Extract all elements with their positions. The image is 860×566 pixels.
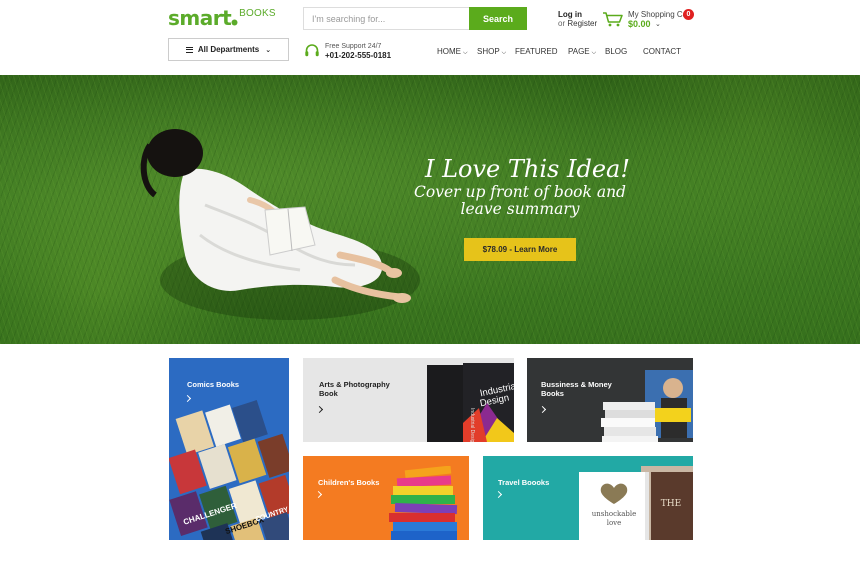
logo-dot-icon: [231, 19, 238, 26]
main-navigation: HOME ⌵ SHOP ⌵ FEATURED PAGE ⌵ BLOG CONTACT: [0, 47, 860, 59]
category-label: Children's Books: [318, 478, 380, 487]
nav-item-shop[interactable]: SHOP ⌵: [477, 47, 506, 57]
girl-reading-image: [140, 129, 420, 320]
nav-label: HOME: [437, 47, 461, 56]
nav-item-featured[interactable]: FEATURED: [515, 47, 558, 56]
or-text: or: [558, 19, 566, 28]
business-books-stack-image: [601, 370, 693, 442]
category-tile-comics[interactable]: Comics Books CHALLENGER SHOEBOX COUNTRY: [169, 358, 289, 540]
cart-count-badge: 0: [683, 9, 694, 20]
book-spine-title: Industrial Design: [469, 408, 475, 442]
category-tile-travel[interactable]: Travel Boooks unshockable love THE: [483, 456, 693, 540]
nav-item-contact[interactable]: CONTACT: [643, 47, 681, 56]
chevron-right-icon: [315, 405, 324, 414]
category-tile-business-money[interactable]: Bussiness & Money Books: [527, 358, 693, 442]
nav-label: CONTACT: [643, 47, 682, 56]
search-button[interactable]: Search: [469, 7, 527, 30]
logo-subtitle: BOOKS: [239, 8, 276, 19]
travel-books-image: unshockable love THE: [579, 466, 693, 540]
category-tile-arts-photography[interactable]: Arts & Photography Book Industrial Desig…: [303, 358, 514, 442]
comic-covers-image: CHALLENGER SHOEBOX COUNTRY: [169, 400, 289, 540]
chevron-right-icon: [538, 405, 547, 414]
book-title: love: [607, 519, 622, 527]
chevron-down-icon: ⌄: [655, 21, 661, 28]
cart-icon: [603, 12, 623, 27]
nav-label: SHOP: [477, 47, 500, 56]
nav-label: BLOG: [605, 47, 628, 56]
hero-title: I Love This Idea!: [425, 155, 630, 183]
category-label: Arts & Photography Book: [319, 380, 390, 398]
logo-wordmark: smart: [168, 6, 232, 30]
nav-item-home[interactable]: HOME ⌵: [437, 47, 468, 57]
chevron-down-icon: ⌵: [591, 50, 597, 56]
chevron-down-icon: ⌵: [463, 50, 468, 56]
search-bar: Search: [303, 7, 527, 30]
register-link[interactable]: Register: [567, 19, 597, 28]
nav-label: FEATURED: [515, 47, 558, 56]
login-link[interactable]: Log in: [558, 10, 597, 19]
search-input[interactable]: [303, 7, 469, 30]
cart-total: $0.00: [628, 19, 651, 29]
childrens-books-stack-image: [389, 466, 458, 540]
category-tile-childrens[interactable]: Children's Books: [303, 456, 469, 540]
site-logo[interactable]: smart BOOKS: [168, 6, 276, 28]
chevron-down-icon: ⌵: [501, 50, 507, 56]
learn-more-button[interactable]: $78.09 - Learn More: [464, 238, 576, 261]
hero-subtitle: Cover up front of book and leave summary: [414, 183, 626, 218]
chevron-right-icon: [314, 490, 323, 499]
book-title: THE: [661, 499, 681, 509]
nav-item-blog[interactable]: BLOG: [605, 47, 627, 56]
shopping-cart[interactable]: My Shopping Cart $0.00 ⌄ 0: [602, 8, 697, 30]
category-label: Travel Boooks: [498, 478, 550, 487]
hero-banner: I Love This Idea! Cover up front of book…: [0, 75, 860, 344]
industrial-design-book-image: Industrial Design Industrial Design: [427, 363, 514, 442]
account-links: Log in or Register: [558, 10, 597, 28]
nav-label: PAGE: [568, 47, 590, 56]
chevron-right-icon: [494, 490, 503, 499]
book-title: unshockable: [592, 510, 637, 518]
nav-item-page[interactable]: PAGE ⌵: [568, 47, 596, 57]
category-label: Comics Books: [187, 380, 240, 389]
